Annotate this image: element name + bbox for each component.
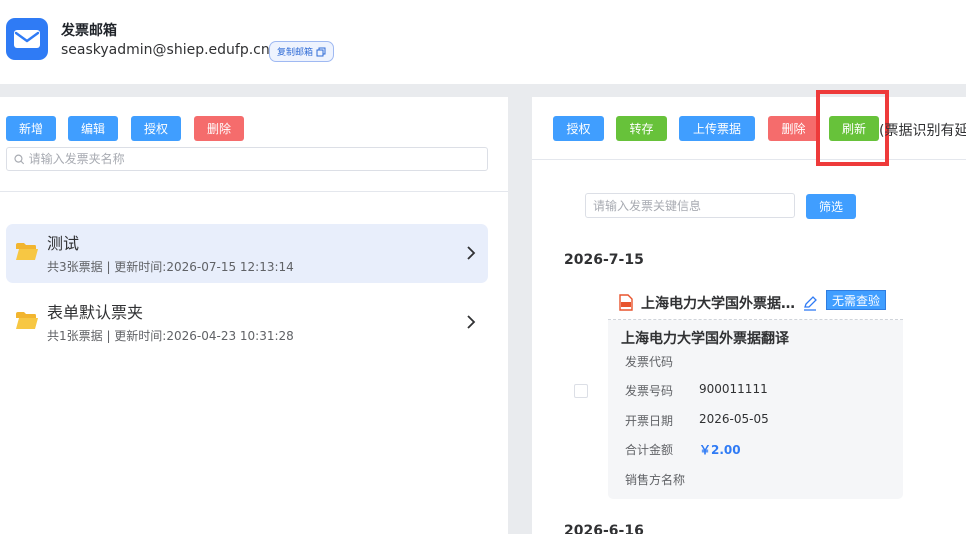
chevron-right-icon: [467, 315, 476, 329]
folder-meta: 共3张票据 | 更新时间:2026-07-15 12:13:14: [47, 260, 294, 274]
add-folder-button[interactable]: 新增: [6, 116, 56, 141]
total-amount-value: ￥2.00: [699, 443, 741, 457]
filter-button[interactable]: 筛选: [806, 194, 856, 219]
issue-date-value: 2026-05-05: [699, 412, 769, 426]
app-header: 发票邮箱 seaskyadmin@shiep.edufp.cn 复制邮箱: [0, 0, 966, 84]
folder-divider: [0, 191, 508, 192]
edit-icon[interactable]: [802, 295, 818, 311]
mail-icon: [6, 18, 48, 60]
folder-open-icon: [16, 312, 38, 329]
issue-date-label: 开票日期: [625, 414, 674, 428]
toolbar-divider: [532, 159, 966, 160]
date-group-heading: 2026-7-15: [564, 252, 644, 268]
invoice-checkbox[interactable]: [574, 384, 588, 398]
folder-open-icon: [16, 243, 38, 260]
copy-email-button[interactable]: 复制邮箱: [269, 41, 335, 62]
folder-item-default[interactable]: 表单默认票夹 共1张票据 | 更新时间:2026-04-23 10:31:28: [6, 293, 488, 352]
folder-panel: 新增 编辑 授权 删除 测试 共3张票据 | 更新时间:2026-07-15 1…: [0, 97, 508, 534]
total-amount-label: 合计金额: [625, 443, 674, 457]
invoice-number-value: 900011111: [699, 382, 768, 396]
invoice-number-label: 发票号码: [625, 384, 674, 398]
chevron-right-icon: [467, 246, 476, 260]
authorize-folder-button[interactable]: 授权: [131, 116, 181, 141]
mailbox-address: seaskyadmin@shiep.edufp.cn: [61, 42, 270, 58]
folder-name: 表单默认票夹: [47, 303, 144, 322]
invoice-code-label: 发票代码: [625, 355, 674, 369]
copy-email-label: 复制邮箱: [277, 48, 314, 58]
authorize-button[interactable]: 授权: [553, 116, 604, 141]
invoice-keyword-box[interactable]: [585, 193, 795, 218]
app-title: 发票邮箱: [61, 23, 117, 39]
transfer-button[interactable]: 转存: [616, 116, 667, 141]
seller-name-label: 销售方名称: [625, 473, 686, 487]
folder-search-box[interactable]: [6, 147, 488, 171]
invoice-keyword-input[interactable]: [593, 198, 794, 213]
upload-invoice-button[interactable]: 上传票据: [679, 116, 755, 141]
invoice-title: 上海电力大学国外票据翻译: [621, 331, 789, 347]
folder-search-input[interactable]: [28, 152, 487, 166]
delete-folder-button[interactable]: 删除: [194, 116, 244, 141]
status-badge: 无需查验: [826, 290, 887, 310]
folder-item-test[interactable]: 测试 共3张票据 | 更新时间:2026-07-15 12:13:14: [6, 224, 488, 283]
copy-icon: [316, 47, 326, 56]
invoice-header-title: 上海电力大学国外票据翻译: [641, 296, 799, 312]
invoice-card-header: 上海电力大学国外票据翻译 无需查验: [608, 283, 903, 320]
recognition-delay-hint: (票据识别有延: [879, 123, 966, 139]
invoice-card[interactable]: 上海电力大学国外票据翻译 无需查验 上海电力大学国外票据翻译 发票代码 发票号码…: [608, 283, 903, 499]
pdf-icon: [619, 294, 633, 311]
edit-folder-button[interactable]: 编辑: [68, 116, 118, 141]
folder-name: 测试: [47, 234, 80, 253]
folder-meta: 共1张票据 | 更新时间:2026-04-23 10:31:28: [47, 329, 294, 343]
date-group-heading: 2026-6-16: [564, 523, 644, 534]
search-icon: [14, 154, 25, 164]
delete-invoice-button[interactable]: 删除: [768, 116, 819, 141]
